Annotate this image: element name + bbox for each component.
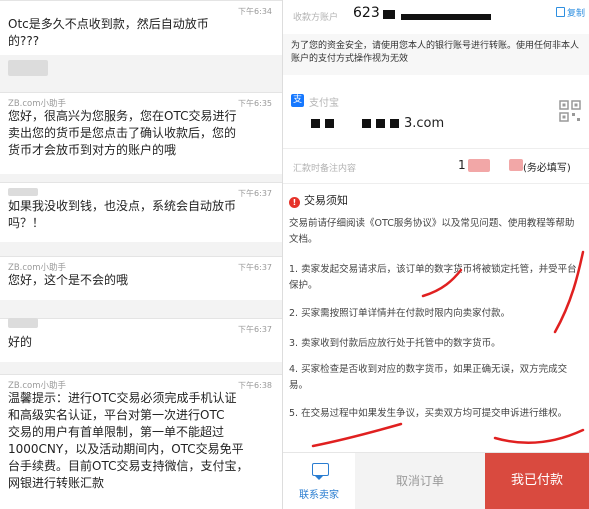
message-text: 好的 <box>8 335 33 349</box>
red-scribble-marks <box>311 250 585 448</box>
account-number: 623 <box>353 5 380 21</box>
alipay-row: 支 支付宝 3.com <box>283 80 589 148</box>
payment-panel: 收款方账户 623 复制 为了您的资金安全，请使用您本人的银行账号进行转账。使用… <box>283 0 589 509</box>
redaction-blur <box>468 159 490 172</box>
copy-icon <box>555 7 565 17</box>
rule-item: 4. 买家检查是否收到对应的数字货币，如果正确无误，双方完成交易。 <box>289 364 568 391</box>
memo-code: 1 <box>458 158 466 172</box>
chat-message: ZB.com小助手 下午6:37 您好，这个是不会的哦 <box>0 256 282 300</box>
rule-item: 2. 买家需按照订单详情并在付款时限内向卖家付款。 <box>289 308 511 319</box>
rule-item: 1. 卖家发起交易请求后，该订单的数字货币将被锁定托管，并受平台保护。 <box>289 264 577 291</box>
alipay-name: 支付宝 <box>309 98 339 109</box>
redaction-mark <box>401 14 491 20</box>
redaction-mark <box>383 10 395 19</box>
alipay-account: 3.com <box>311 116 444 131</box>
chat-message: 下午6:37 好的 <box>0 318 282 362</box>
copy-button[interactable]: 复制 <box>555 6 585 19</box>
chat-icon <box>312 463 329 480</box>
chat-message: ZB.com小助手 下午6:35 您好，很高兴为您服务，您在OTC交易进行 卖出… <box>0 92 282 174</box>
message-text: 温馨提示：进行OTC交易必须完成手机认证 和高级实名认证，平台对第一次进行OTC… <box>8 391 249 490</box>
account-row: 收款方账户 623 复制 <box>283 0 589 34</box>
paid-button[interactable]: 我已付款 <box>485 453 589 509</box>
memo-label: 汇款时备注内容 <box>293 164 357 174</box>
message-text: Otc是多久不点收到款，然后自动放币 的??? <box>8 17 209 48</box>
qr-code-icon[interactable] <box>559 100 581 122</box>
rule-item: 3. 卖家收到付款后应放行处于托管中的数字货币。 <box>289 338 501 349</box>
account-label: 收款方账户 <box>293 13 339 23</box>
chat-message: 下午6:37 如果我没收到钱，也没点，系统会自动放币 吗？！ <box>0 182 282 242</box>
rules-intro: 交易前请仔细阅读《OTC服务协议》以及常见问题、使用教程等帮助文档。 <box>289 218 575 245</box>
redaction-blur <box>509 159 523 171</box>
message-text: 如果我没收到钱，也没点，系统会自动放币 吗？！ <box>8 199 237 230</box>
rules-heading: ! 交易须知 <box>289 192 348 208</box>
warning-icon: ! <box>289 197 300 208</box>
security-notice: 为了您的资金安全，请使用您本人的银行账号进行转账。使用任何非本人账户的支付方式操… <box>283 34 589 75</box>
message-text: 您好，这个是不会的哦 <box>8 273 129 287</box>
message-text: 您好，很高兴为您服务，您在OTC交易进行 卖出您的货币是您点击了确认收款后，您的… <box>8 109 237 157</box>
chat-panel: 下午6:34 Otc是多久不点收到款，然后自动放币 的??? ZB.com小助手… <box>0 0 283 509</box>
chat-message: 下午6:34 Otc是多久不点收到款，然后自动放币 的??? <box>0 0 282 55</box>
rule-item: 5. 在交易过程中如果发生争议，买卖双方均可提交申诉进行维权。 <box>289 408 568 419</box>
memo-hint: (务必填写) <box>523 163 571 174</box>
redaction-blur <box>8 60 48 76</box>
action-bar: 联系卖家 取消订单 我已付款 <box>283 452 589 509</box>
chat-message: ZB.com小助手 下午6:38 温馨提示：进行OTC交易必须完成手机认证 和高… <box>0 374 282 509</box>
redaction-blur <box>8 318 38 328</box>
memo-row: 汇款时备注内容 1 (务必填写) <box>283 148 589 184</box>
contact-seller-button[interactable]: 联系卖家 <box>283 453 355 509</box>
redaction-blur <box>8 188 38 196</box>
cancel-order-button[interactable]: 取消订单 <box>355 453 485 509</box>
alipay-icon: 支 <box>291 94 304 107</box>
